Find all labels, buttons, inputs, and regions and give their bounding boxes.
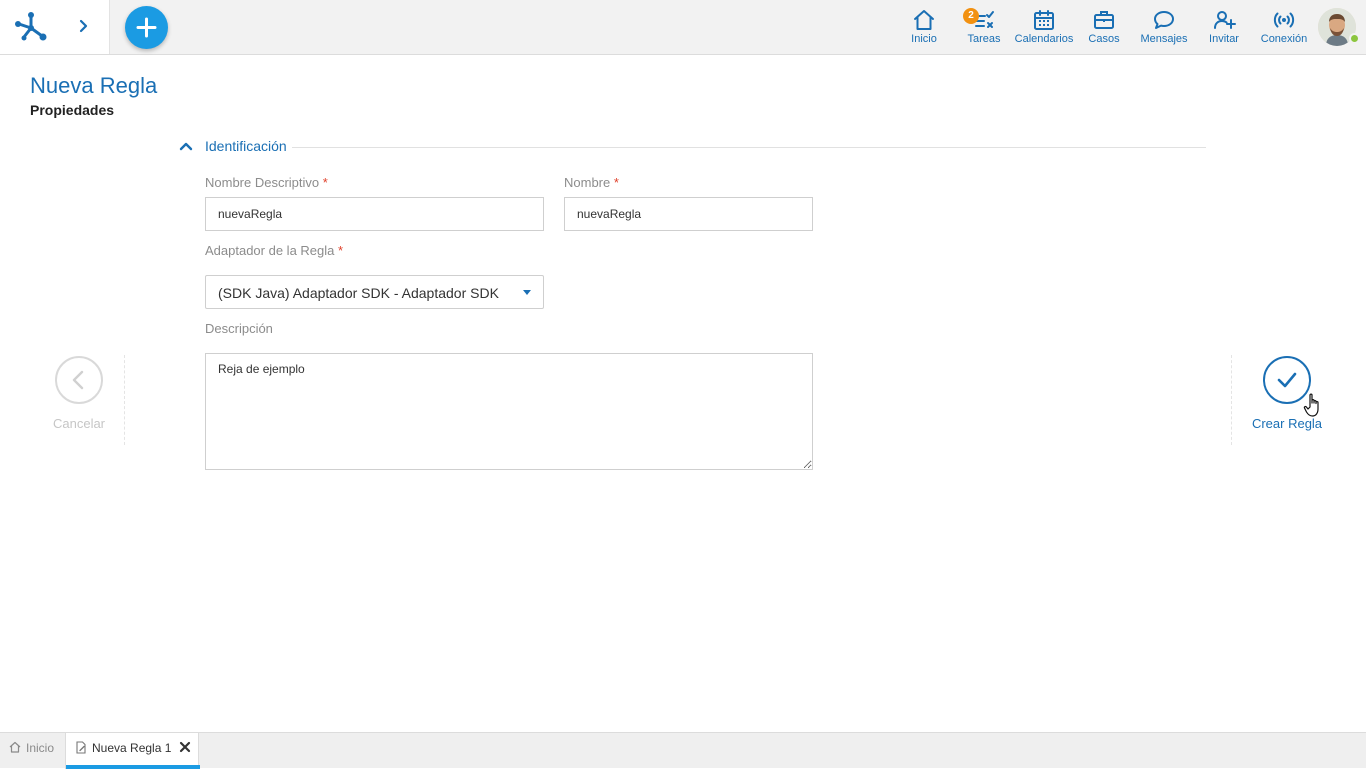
hand-cursor-icon	[1303, 393, 1319, 417]
chevron-right-icon[interactable]	[76, 18, 92, 34]
nav-mensajes[interactable]: Mensajes	[1138, 8, 1190, 48]
tab-inicio[interactable]: Inicio	[0, 733, 65, 769]
home-icon	[9, 741, 21, 753]
nav-conexion-label: Conexión	[1260, 33, 1308, 45]
required-mark: *	[613, 175, 619, 190]
descripcion-textarea[interactable]: Reja de ejemplo	[205, 353, 813, 470]
chevron-left-icon	[72, 370, 84, 390]
chevron-up-icon	[179, 142, 193, 151]
nav-calendarios[interactable]: Calendarios	[1014, 8, 1074, 48]
chat-icon	[1154, 11, 1174, 29]
nav-conexion[interactable]: Conexión	[1258, 8, 1310, 48]
page-title: Nueva Regla	[30, 73, 158, 98]
bottom-tab-bar: Inicio Nueva Regla 1	[0, 732, 1366, 769]
tab-inicio-label: Inicio	[26, 741, 55, 755]
cancel-circle	[55, 356, 103, 404]
plus-icon	[136, 17, 157, 38]
nombre-input[interactable]	[564, 197, 813, 231]
briefcase-icon	[1094, 11, 1114, 29]
app-logo-icon[interactable]	[14, 10, 48, 42]
page-subtitle: Propiedades	[30, 102, 115, 118]
required-mark: *	[322, 175, 328, 190]
cancel-label: Cancelar	[52, 416, 106, 431]
invite-user-icon	[1214, 11, 1236, 29]
nombre-descriptivo-input[interactable]	[205, 197, 544, 231]
nav-mensajes-label: Mensajes	[1140, 33, 1188, 45]
nombre-descriptivo-label-text: Nombre Descriptivo	[205, 175, 320, 190]
nombre-label: Nombre *	[564, 175, 619, 190]
section-title: Identificación	[205, 138, 287, 154]
descripcion-label: Descripción	[205, 321, 273, 336]
nav-inicio[interactable]: Inicio	[904, 8, 944, 48]
create-rule-label: Crear Regla	[1251, 416, 1323, 431]
tab-nueva-regla[interactable]: Nueva Regla 1	[65, 733, 200, 769]
tasks-count-badge: 2	[963, 8, 979, 24]
add-button[interactable]	[125, 6, 168, 49]
section-divider	[292, 147, 1206, 148]
top-bar: Inicio Tareas 2 Calendarios Casos Mensaj…	[0, 0, 1366, 55]
nav-invitar-label: Invitar	[1209, 33, 1239, 45]
document-edit-icon	[76, 741, 86, 754]
nav-invitar[interactable]: Invitar	[1204, 8, 1244, 48]
broadcast-icon	[1273, 12, 1295, 28]
nombre-descriptivo-label: Nombre Descriptivo *	[205, 175, 328, 190]
nombre-label-text: Nombre	[564, 175, 611, 190]
close-icon[interactable]	[179, 741, 191, 753]
logo-block	[0, 0, 110, 54]
right-action-divider	[1231, 355, 1232, 445]
calendar-icon	[1034, 10, 1054, 30]
adaptador-label-text: Adaptador de la Regla	[205, 243, 335, 258]
nav-inicio-label: Inicio	[911, 33, 937, 45]
nav-tareas-label: Tareas	[967, 33, 1001, 45]
active-tab-indicator	[66, 765, 200, 769]
tab-nueva-regla-label: Nueva Regla 1	[92, 741, 172, 755]
caret-down-icon	[523, 290, 531, 295]
adaptador-select-value: (SDK Java) Adaptador SDK - Adaptador SDK	[218, 285, 499, 301]
online-status-indicator	[1349, 33, 1360, 44]
left-action-divider	[124, 355, 125, 445]
home-icon	[914, 10, 934, 30]
section-identificacion-header[interactable]: Identificación	[178, 137, 1206, 157]
nav-casos-label: Casos	[1088, 33, 1120, 45]
nav-casos[interactable]: Casos	[1084, 8, 1124, 48]
cancel-button[interactable]: Cancelar	[40, 356, 118, 436]
nav-calendarios-label: Calendarios	[1014, 33, 1074, 45]
descripcion-label-text: Descripción	[205, 321, 273, 336]
required-mark: *	[338, 243, 344, 258]
adaptador-select[interactable]: (SDK Java) Adaptador SDK - Adaptador SDK	[205, 275, 544, 309]
adaptador-label: Adaptador de la Regla *	[205, 243, 343, 258]
